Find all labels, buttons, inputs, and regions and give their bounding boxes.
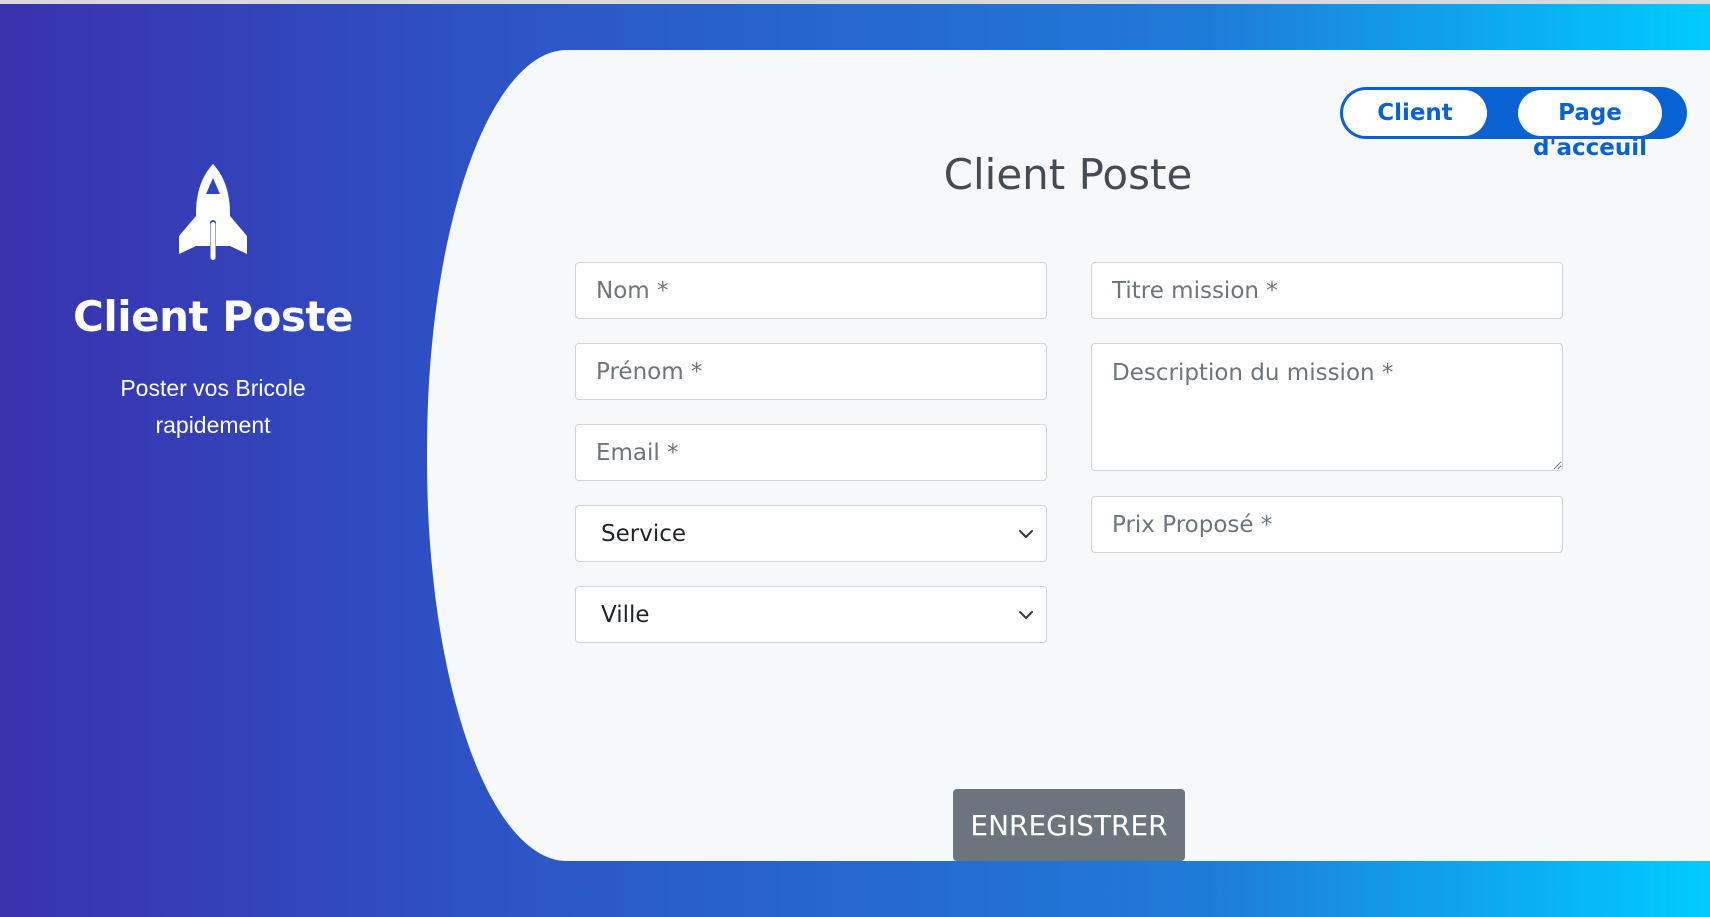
email-input[interactable] (575, 424, 1047, 481)
enregistrer-button[interactable]: ENREGISTRER (953, 789, 1185, 861)
chevron-down-icon (1019, 611, 1033, 619)
titre-mission-input[interactable] (1091, 262, 1563, 319)
nom-input[interactable] (575, 262, 1047, 319)
ville-select-value: Ville (601, 602, 650, 628)
service-select-value: Service (601, 521, 687, 547)
prix-propose-input[interactable] (1091, 496, 1563, 553)
left-panel: Client Poste Poster vos Bricole rapideme… (0, 4, 430, 917)
form-title: Client Poste (943, 150, 1193, 199)
ville-select[interactable]: Ville (575, 586, 1047, 643)
service-select[interactable]: Service (575, 505, 1047, 562)
home-page-toggle-button[interactable]: Page (1518, 90, 1662, 136)
left-panel-subtitle: Poster vos Bricole rapidement (120, 375, 306, 438)
rocket-icon (179, 164, 247, 262)
nav-toggle: Client Page (1340, 87, 1687, 139)
description-mission-textarea[interactable] (1091, 343, 1563, 471)
left-panel-title: Client Poste (73, 292, 353, 341)
client-toggle-button[interactable]: Client (1343, 90, 1487, 136)
chevron-down-icon (1019, 530, 1033, 538)
prenom-input[interactable] (575, 343, 1047, 400)
home-page-label-overflow[interactable]: d'acceuil (1500, 134, 1680, 162)
